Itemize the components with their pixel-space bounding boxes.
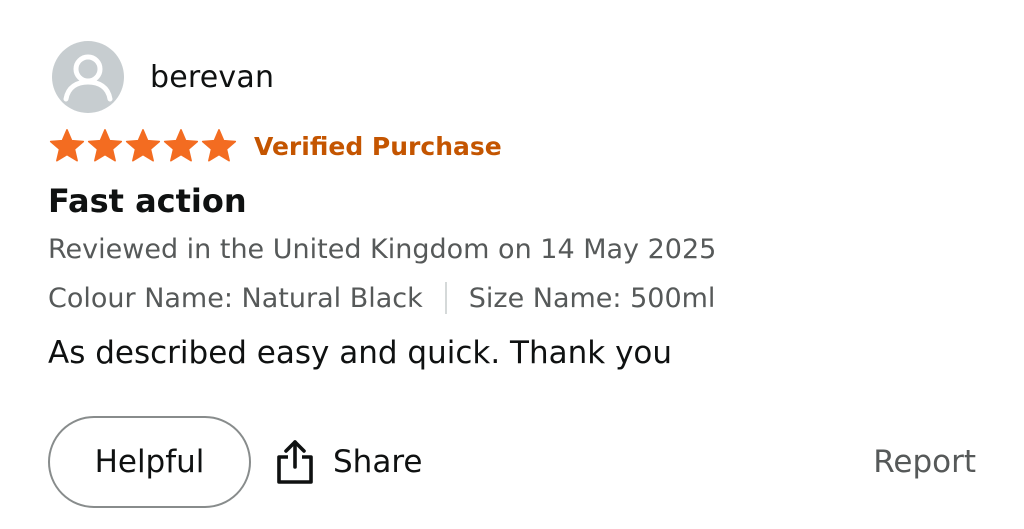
product-variant: Colour Name: Natural Black Size Name: 50… [48,282,715,314]
variant-divider [444,282,447,314]
star-icon [49,129,85,162]
share-label: Share [333,444,423,480]
star-rating [48,127,238,165]
avatar[interactable] [52,41,124,113]
star-icon [87,129,123,162]
review-title: Fast action [48,182,247,220]
review-actions: Helpful Share Report [48,416,976,508]
share-icon [277,440,313,484]
star-icon [125,129,161,162]
review-date-location: Reviewed in the United Kingdom on 14 May… [48,234,717,265]
report-link[interactable]: Report [873,444,976,480]
reviewer-profile[interactable]: berevan [52,41,274,113]
verified-purchase-badge: Verified Purchase [254,131,502,161]
star-icon [163,129,199,162]
variant-colour[interactable]: Colour Name: Natural Black [48,283,423,314]
reviewer-name[interactable]: berevan [150,60,274,95]
rating-row: Verified Purchase [48,127,502,165]
review-card: berevan Verified Purchase Fast action Re… [0,0,1024,529]
share-button[interactable]: Share [275,439,422,485]
user-silhouette-icon [63,54,113,102]
helpful-button[interactable]: Helpful [48,416,251,508]
variant-size[interactable]: Size Name: 500ml [469,283,716,314]
review-body: As described easy and quick. Thank you [48,335,673,371]
star-icon [201,129,237,162]
